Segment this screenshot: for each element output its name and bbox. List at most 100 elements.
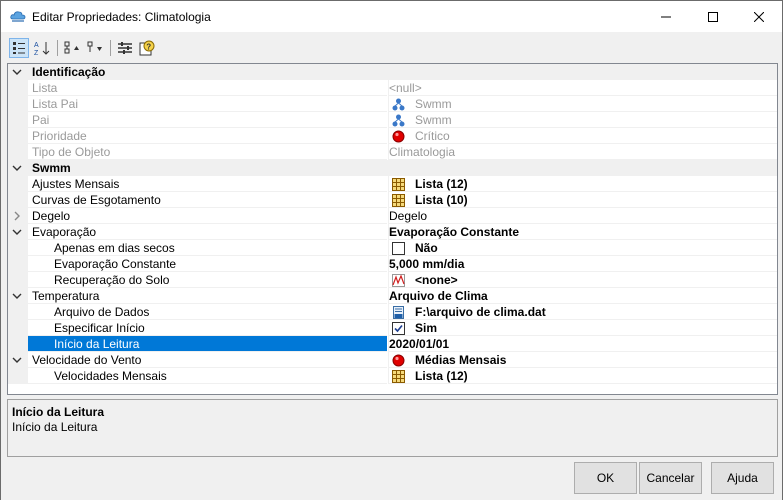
maximize-icon <box>708 11 718 22</box>
property-value-cell[interactable]: 5,000 mm/dia <box>388 256 777 272</box>
row-gutter <box>8 128 28 144</box>
property-name-cell: Apenas em dias secos <box>28 240 387 256</box>
property-row-degelo[interactable]: Degelo Degelo <box>8 208 777 224</box>
property-row-vel-mensais[interactable]: Velocidades Mensais Lista (12) <box>8 368 777 384</box>
property-name: Velocidade do Vento <box>32 353 142 367</box>
maximize-button[interactable] <box>690 1 736 32</box>
category-identificacao[interactable]: Identificação <box>8 64 777 80</box>
property-row-prioridade[interactable]: Prioridade Crítico <box>8 128 777 144</box>
property-row-recuperacao[interactable]: Recuperação do Solo <none> <box>8 272 777 288</box>
chevron-right-icon[interactable] <box>12 211 22 221</box>
properties-dialog: Editar Propriedades: Climatologia A Z ? … <box>0 0 783 500</box>
cancel-button[interactable]: Cancelar <box>639 462 702 494</box>
category-swmm[interactable]: Swmm <box>8 160 777 176</box>
chevron-down-icon[interactable] <box>12 291 22 301</box>
property-value-cell[interactable]: Médias Mensais <box>388 352 777 368</box>
expand-all-button[interactable] <box>62 38 82 58</box>
property-name-cell: Especificar Início <box>28 320 387 336</box>
property-name-cell: Lista Pai <box>28 96 387 112</box>
property-row-vento[interactable]: Velocidade do Vento Médias Mensais <box>8 352 777 368</box>
categorized-button[interactable] <box>9 38 29 58</box>
checkbox-checked-icon[interactable] <box>392 322 405 335</box>
help-icon: ? <box>139 40 155 56</box>
property-row-temperatura[interactable]: Temperatura Arquivo de Clima <box>8 288 777 304</box>
ok-button[interactable]: OK <box>574 462 637 494</box>
property-row-ajustes[interactable]: Ajustes Mensais Lista (12) <box>8 176 777 192</box>
property-value-cell[interactable]: Crítico <box>388 128 777 144</box>
property-value: Não <box>415 241 438 255</box>
property-name: Ajustes Mensais <box>32 177 120 191</box>
property-name-cell: Arquivo de Dados <box>28 304 387 320</box>
description-pane: Início da Leitura Início da Leitura <box>7 399 778 457</box>
property-row-inicio-selected[interactable]: Início da Leitura 2020/01/01 <box>8 336 777 352</box>
property-value-cell[interactable]: Lista (12) <box>388 368 777 384</box>
table-icon <box>392 178 405 191</box>
data-file-icon <box>393 306 404 319</box>
description-text: Início da Leitura <box>12 420 98 434</box>
property-value: 2020/01/01 <box>389 337 450 351</box>
row-gutter <box>8 176 28 192</box>
svg-text:A: A <box>34 42 39 49</box>
row-gutter <box>8 256 28 272</box>
chevron-down-icon[interactable] <box>12 355 22 365</box>
property-value-cell[interactable]: Sim <box>388 320 777 336</box>
property-value-cell[interactable]: Lista (12) <box>388 176 777 192</box>
alphabetical-icon: A Z <box>34 42 50 56</box>
alphabetical-button[interactable]: A Z <box>32 38 52 58</box>
collapse-all-button[interactable] <box>85 38 105 58</box>
property-name: Recuperação do Solo <box>54 273 170 287</box>
property-name-cell: Início da Leitura <box>28 336 387 352</box>
property-value-cell[interactable]: Arquivo de Clima <box>388 288 777 304</box>
property-value: Médias Mensais <box>415 353 507 367</box>
property-value: Sim <box>415 321 438 335</box>
property-value-cell[interactable]: F:\arquivo de clima.dat <box>388 304 777 320</box>
minimize-button[interactable] <box>643 1 689 32</box>
property-row-pai[interactable]: Pai Swmm <box>8 112 777 128</box>
property-row-lista-pai[interactable]: Lista Pai Swmm <box>8 96 777 112</box>
property-name: Prioridade <box>32 129 87 143</box>
property-name: Temperatura <box>32 289 100 303</box>
chevron-down-icon[interactable] <box>12 227 22 237</box>
help-button[interactable]: Ajuda <box>711 462 774 494</box>
chevron-down-icon[interactable] <box>12 163 22 173</box>
property-value-cell[interactable]: Degelo <box>388 208 777 224</box>
properties-button[interactable] <box>115 38 135 58</box>
help-topic-button[interactable]: ? <box>137 38 157 58</box>
property-name: Evaporação <box>32 225 97 239</box>
property-value-cell[interactable]: <null> <box>388 80 777 96</box>
property-value: Crítico <box>415 129 450 143</box>
row-gutter <box>8 96 28 112</box>
property-grid[interactable]: Identificação Lista <null> Lista Pai Swm… <box>7 63 778 395</box>
property-row-dias-secos[interactable]: Apenas em dias secos Não <box>8 240 777 256</box>
property-value-cell[interactable]: 2020/01/01 <box>388 336 777 352</box>
property-row-evaporacao[interactable]: Evaporação Evaporação Constante <box>8 224 777 240</box>
close-button[interactable] <box>736 1 782 32</box>
property-value-cell[interactable]: Swmm <box>388 112 777 128</box>
checkbox-unchecked-icon[interactable] <box>392 242 405 255</box>
property-value-cell[interactable]: Evaporação Constante <box>388 224 777 240</box>
categorized-icon <box>13 42 25 54</box>
property-row-especificar[interactable]: Especificar Início Sim <box>8 320 777 336</box>
property-name: Apenas em dias secos <box>54 241 175 255</box>
chevron-down-icon[interactable] <box>12 67 22 77</box>
property-name-cell: Lista <box>28 80 387 96</box>
property-value-cell[interactable]: Climatologia <box>388 144 777 160</box>
property-value: F:\arquivo de clima.dat <box>415 305 546 319</box>
property-row-lista[interactable]: Lista <null> <box>8 80 777 96</box>
property-row-evap-constante[interactable]: Evaporação Constante 5,000 mm/dia <box>8 256 777 272</box>
property-row-curvas[interactable]: Curvas de Esgotamento Lista (10) <box>8 192 777 208</box>
property-value-cell[interactable]: <none> <box>388 272 777 288</box>
property-value-cell[interactable]: Não <box>388 240 777 256</box>
title-bar: Editar Propriedades: Climatologia <box>1 1 782 32</box>
property-name: Curvas de Esgotamento <box>32 193 161 207</box>
property-name-cell: Curvas de Esgotamento <box>28 192 387 208</box>
property-value-cell[interactable]: Swmm <box>388 96 777 112</box>
property-name: Degelo <box>32 209 71 223</box>
row-gutter <box>8 144 28 160</box>
property-row-arquivo[interactable]: Arquivo de Dados F:\arquivo de clima.dat <box>8 304 777 320</box>
category-label: Swmm <box>32 161 71 175</box>
property-value-cell[interactable]: Lista (10) <box>388 192 777 208</box>
property-row-tipo-objeto[interactable]: Tipo de Objeto Climatologia <box>8 144 777 160</box>
red-circle-icon <box>392 354 405 367</box>
property-name: Lista <box>32 81 58 95</box>
